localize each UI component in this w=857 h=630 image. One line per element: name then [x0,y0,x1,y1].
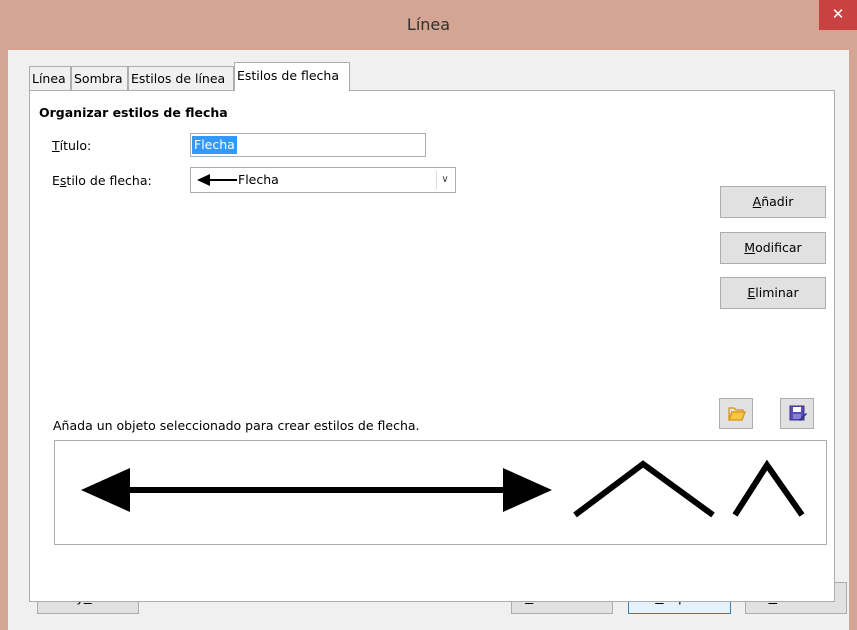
hint-text: Añada un objeto seleccionado para crear … [53,418,420,433]
save-icon [789,405,807,421]
title-input-value: Flecha [192,136,237,154]
title-bar: Línea ✕ [0,0,857,50]
title-input[interactable]: Flecha [190,133,426,157]
tab-linea[interactable]: Línea [29,66,71,90]
arrow-open-narrow [732,459,805,517]
title-label: Título: [52,138,92,153]
arrow-open-wide [573,460,715,518]
dialog-content: Línea Sombra Estilos de línea Estilos de… [8,50,849,630]
delete-button[interactable]: Eliminar [720,277,826,309]
add-button[interactable]: Añadir [720,186,826,218]
section-title: Organizar estilos de flecha [39,105,228,120]
tab-estilos-linea[interactable]: Estilos de línea [128,66,234,90]
window-border-left [0,50,8,630]
save-button[interactable] [780,398,814,429]
dialog-window: Línea ✕ Línea Sombra Estilos de línea Es… [0,0,857,630]
arrow-left-icon [197,174,237,186]
arrow-head-left [81,468,130,512]
tab-sombra[interactable]: Sombra [71,66,128,90]
window-border-right [849,50,857,630]
modify-button[interactable]: Modificar [720,232,826,264]
open-button[interactable] [719,398,753,429]
arrow-head-right [503,468,552,512]
arrow-preview [54,440,827,545]
arrow-style-label: Estilo de flecha: [52,173,152,188]
tab-estilos-flecha[interactable]: Estilos de flecha [234,62,350,91]
arrow-style-select[interactable]: Flecha ∨ [190,167,456,193]
arrow-preview-drawing [81,459,805,518]
tab-panel: Organizar estilos de flecha Título: Flec… [29,90,835,602]
window-title: Línea [406,15,451,34]
folder-open-icon [728,407,746,421]
chevron-down-icon[interactable]: ∨ [436,171,453,189]
arrow-style-value: Flecha [238,172,279,187]
close-button[interactable]: ✕ [819,0,857,30]
